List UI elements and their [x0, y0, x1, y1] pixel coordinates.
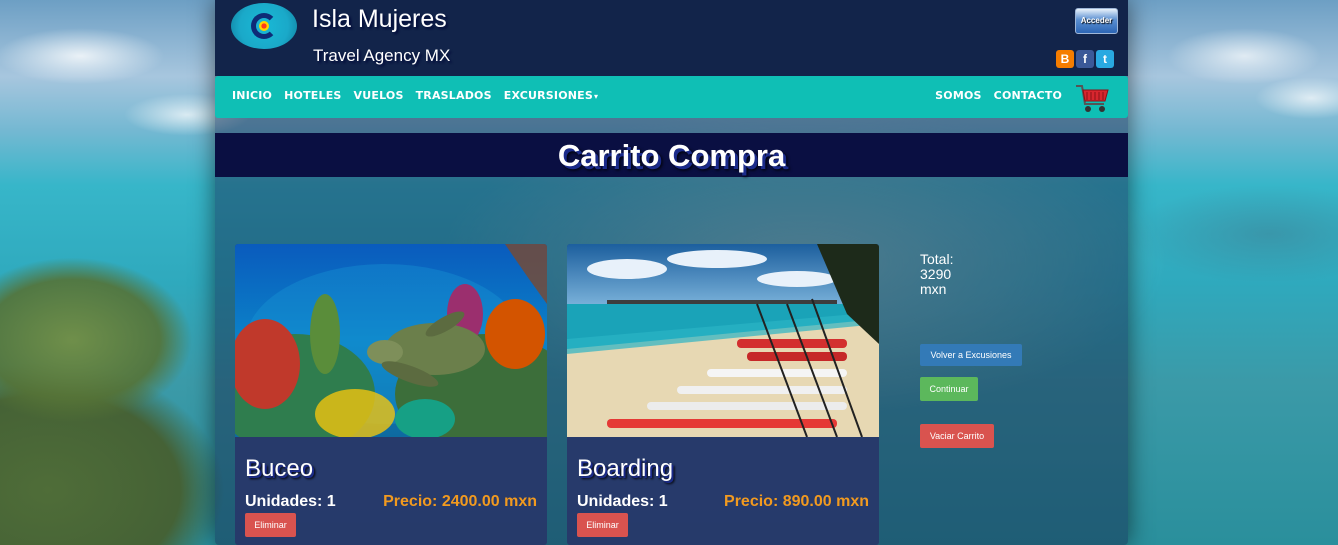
- cart-item-card: Buceo Unidades: 1 Precio: 2400.00 mxn El…: [235, 244, 547, 545]
- empty-cart-button[interactable]: Vaciar Carrito: [920, 424, 994, 448]
- twitter-icon[interactable]: t: [1096, 50, 1114, 68]
- back-to-excursions-button[interactable]: Volver a Excusiones: [920, 344, 1022, 366]
- page-title-band: Carrito Compra: [215, 133, 1128, 177]
- remove-item-button[interactable]: Eliminar: [245, 513, 296, 537]
- nav-item-inicio[interactable]: INICIO: [232, 89, 272, 102]
- cart-item-units: Unidades: 1: [577, 493, 668, 510]
- blogger-icon[interactable]: B: [1056, 50, 1074, 68]
- nav-item-contacto[interactable]: CONTACTO: [994, 89, 1062, 102]
- total-currency: mxn: [920, 281, 947, 297]
- main-navbar: INICIO HOTELES VUELOS TRASLADOS EXCURSIO…: [215, 76, 1128, 118]
- background-lagoon: [1108, 150, 1338, 290]
- cart-item-units: Unidades: 1: [245, 493, 336, 510]
- total-value: 3290: [920, 266, 952, 282]
- cart-item-name: Buceo: [245, 455, 314, 482]
- site-subtitle: Travel Agency MX: [313, 46, 451, 65]
- background-island: [0, 250, 240, 545]
- cart-summary: Total: 3290 mxn: [920, 252, 1040, 297]
- cart-item-name: Boarding: [577, 455, 674, 482]
- cart-item-price: Precio: 2400.00 mxn: [383, 493, 537, 510]
- total-label: Total:: [920, 251, 954, 267]
- cart-item-card: Boarding Unidades: 1 Precio: 890.00 mxn …: [567, 244, 879, 545]
- site-header: Isla Mujeres Travel Agency MX Acceder B …: [215, 0, 1128, 76]
- nav-item-somos[interactable]: SOMOS: [935, 89, 982, 102]
- site-title[interactable]: Isla Mujeres: [312, 5, 447, 34]
- cart-item-price: Precio: 890.00 mxn: [724, 493, 869, 510]
- remove-item-button[interactable]: Eliminar: [577, 513, 628, 537]
- agency-logo[interactable]: [231, 3, 297, 49]
- main-container: Isla Mujeres Travel Agency MX Acceder B …: [215, 0, 1128, 545]
- underwater-turtle-image: [235, 244, 547, 437]
- caret-down-icon: ▾: [594, 92, 599, 101]
- shopping-cart-icon[interactable]: [1074, 82, 1110, 114]
- nav-left-group: INICIO HOTELES VUELOS TRASLADOS EXCURSIO…: [232, 89, 598, 102]
- nav-item-vuelos[interactable]: VUELOS: [354, 89, 404, 102]
- social-links: B f t: [1056, 50, 1114, 68]
- nav-right-group: SOMOS CONTACTO: [935, 89, 1062, 102]
- facebook-icon[interactable]: f: [1076, 50, 1094, 68]
- page-title: Carrito Compra: [557, 138, 786, 173]
- beach-paddleboards-image: [567, 244, 879, 437]
- nav-item-hoteles[interactable]: HOTELES: [284, 89, 341, 102]
- continue-button[interactable]: Continuar: [920, 377, 978, 401]
- nav-item-excursiones-label: EXCURSIONES: [503, 89, 594, 102]
- nav-item-excursiones[interactable]: EXCURSIONES ▾: [504, 89, 599, 102]
- login-button[interactable]: Acceder: [1075, 8, 1118, 34]
- nav-item-traslados[interactable]: TRASLADOS: [416, 89, 492, 102]
